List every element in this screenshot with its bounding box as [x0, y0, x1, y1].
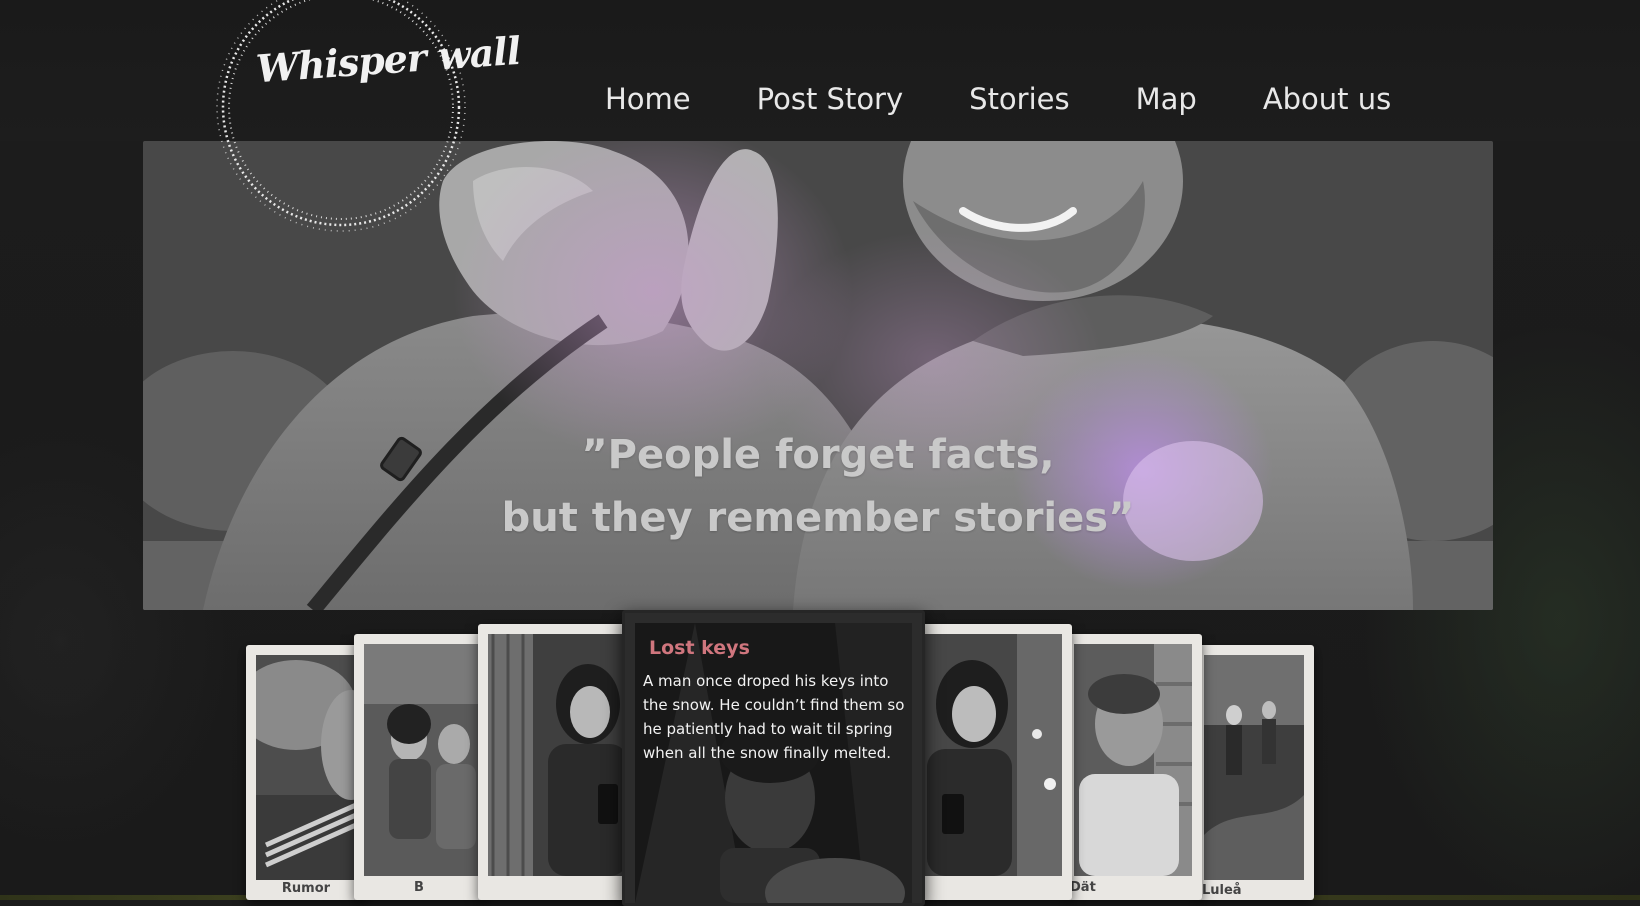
nav-post-story[interactable]: Post Story — [757, 82, 904, 116]
story-card[interactable]: Luleå — [1194, 645, 1314, 900]
story-card[interactable]: B — [354, 634, 486, 900]
story-card-image — [256, 655, 366, 880]
hero-quote: ”People forget facts, but they remember … — [143, 424, 1493, 550]
story-card-caption: Luleå — [1202, 883, 1242, 898]
site-logo[interactable]: Whisper wall — [210, 0, 521, 238]
story-card[interactable] — [912, 624, 1072, 900]
story-card-image — [922, 634, 1062, 876]
nav-home[interactable]: Home — [605, 82, 691, 116]
story-carousel: Rumor B Lost keys A man once droped his … — [0, 600, 1640, 906]
main-nav: Home Post Story Stories Map About us — [605, 82, 1391, 116]
story-card[interactable] — [478, 624, 628, 900]
story-card-image — [1074, 644, 1192, 876]
story-card-caption: Rumor — [281, 881, 331, 896]
hero-quote-line-2: but they remember stories” — [501, 495, 1135, 541]
nav-stories[interactable]: Stories — [969, 82, 1069, 116]
story-card[interactable]: Rumor — [246, 645, 366, 900]
story-card-image — [364, 644, 479, 876]
story-card-image — [488, 634, 628, 876]
story-card-caption: B — [414, 880, 424, 895]
story-card[interactable]: Dät — [1064, 634, 1202, 900]
nav-about-us[interactable]: About us — [1263, 82, 1391, 116]
story-card-image — [1204, 655, 1304, 880]
nav-map[interactable]: Map — [1136, 82, 1197, 116]
featured-story-title: Lost keys — [649, 637, 750, 659]
featured-story-text: A man once droped his keys into the snow… — [643, 672, 905, 762]
hero-quote-line-1: ”People forget facts, — [581, 432, 1055, 478]
featured-story-card[interactable]: Lost keys A man once droped his keys int… — [622, 610, 925, 906]
story-card-caption: Dät — [1070, 880, 1096, 895]
